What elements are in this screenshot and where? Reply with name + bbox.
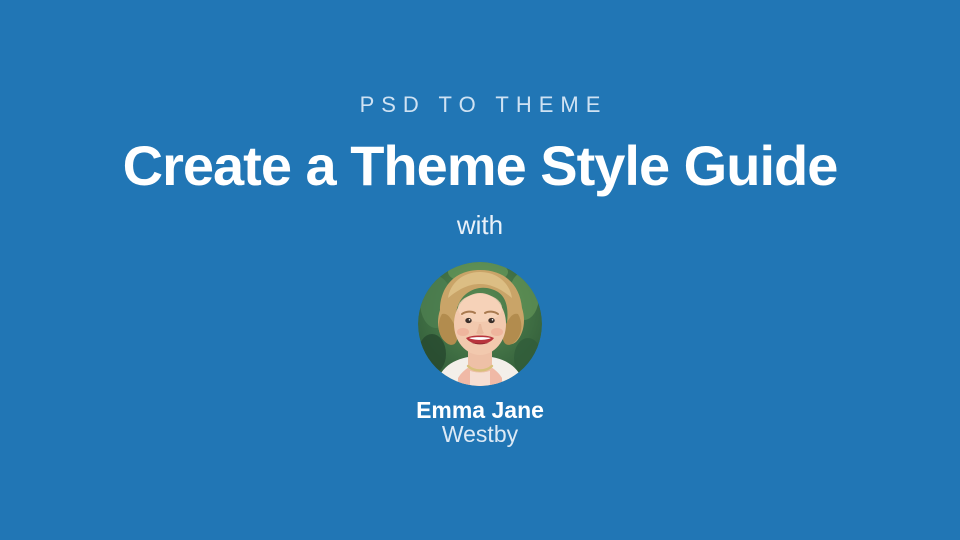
course-title-slide: PSD TO THEME Create a Theme Style Guide … <box>0 0 960 540</box>
instructor-avatar-photo <box>418 262 542 386</box>
instructor-first-name: Emma Jane <box>416 397 544 423</box>
instructor-last-name: Westby <box>441 421 519 447</box>
instructor-name: Emma Jane Westby <box>416 398 544 446</box>
with-label: with <box>456 210 504 240</box>
course-series-eyebrow: PSD TO THEME <box>359 92 608 117</box>
course-title: Create a Theme Style Guide <box>122 134 839 197</box>
